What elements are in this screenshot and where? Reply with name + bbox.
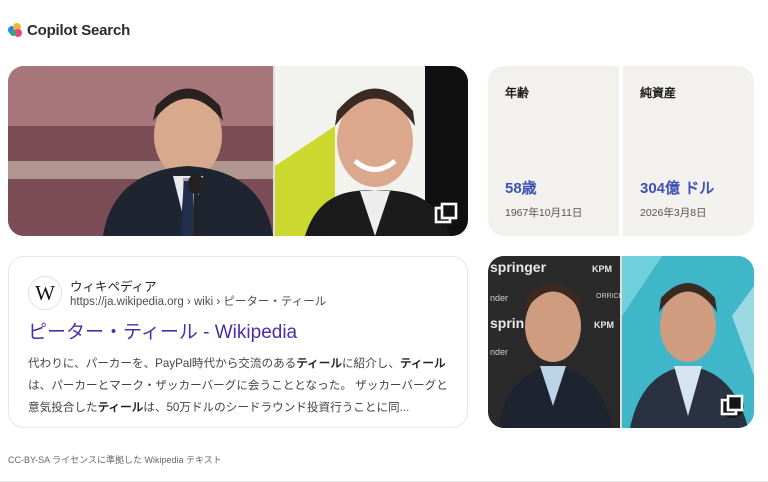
svg-text:nder: nder xyxy=(490,347,508,357)
image-carousel-top[interactable] xyxy=(8,66,468,236)
svg-text:sprin: sprin xyxy=(490,315,524,331)
svg-text:ORRICK: ORRICK xyxy=(596,293,620,300)
stat-date: 2026年3月8日 xyxy=(640,207,707,219)
result-snippet: 代わりに、パーカーを、PayPal時代から交流のあるティールに紹介し、ティールは… xyxy=(28,357,448,414)
stat-age[interactable]: 年齢 58歳 1967年10月11日 xyxy=(488,66,619,236)
stat-value: 58歳 xyxy=(505,180,537,197)
svg-text:KPM: KPM xyxy=(592,264,612,274)
result-url[interactable]: https://ja.wikipedia.org › wiki › ピーター・テ… xyxy=(70,293,326,309)
copilot-search-header: Copilot Search xyxy=(8,22,130,39)
image-tile-stage[interactable] xyxy=(622,256,754,428)
image-tile-event[interactable]: springer KPM nder ORRICK sprin KPM nder xyxy=(488,256,620,428)
stat-date: 1967年10月11日 xyxy=(505,207,583,219)
header-title: Copilot Search xyxy=(27,22,131,39)
search-result-card[interactable]: W ウィキペディア https://ja.wikipedia.org › wik… xyxy=(8,256,468,428)
wikipedia-logo-icon: W xyxy=(28,276,62,310)
copilot-logo-icon xyxy=(8,23,23,38)
svg-text:springer: springer xyxy=(490,259,547,275)
image-gallery-icon[interactable] xyxy=(720,394,744,418)
image-tile-portrait[interactable] xyxy=(275,66,468,236)
result-title-link[interactable]: ピーター・ティール - Wikipedia xyxy=(28,317,297,344)
svg-text:nder: nder xyxy=(490,293,508,303)
image-carousel-bottom[interactable]: springer KPM nder ORRICK sprin KPM nder xyxy=(488,256,754,428)
stat-value: 304億 ドル xyxy=(640,180,715,197)
svg-text:KPM: KPM xyxy=(594,320,614,330)
stat-net-worth[interactable]: 純資産 304億 ドル 2026年3月8日 xyxy=(623,66,754,236)
image-tile-speech[interactable] xyxy=(8,66,273,236)
facts-card: 年齢 58歳 1967年10月11日 純資産 304億 ドル 2026年3月8日 xyxy=(488,66,754,236)
stat-label: 純資産 xyxy=(640,86,677,100)
image-gallery-icon[interactable] xyxy=(434,202,458,226)
license-note: CC-BY-SA ライセンスに準拠した Wikipedia テキスト xyxy=(8,455,222,465)
stat-label: 年齢 xyxy=(505,86,530,100)
